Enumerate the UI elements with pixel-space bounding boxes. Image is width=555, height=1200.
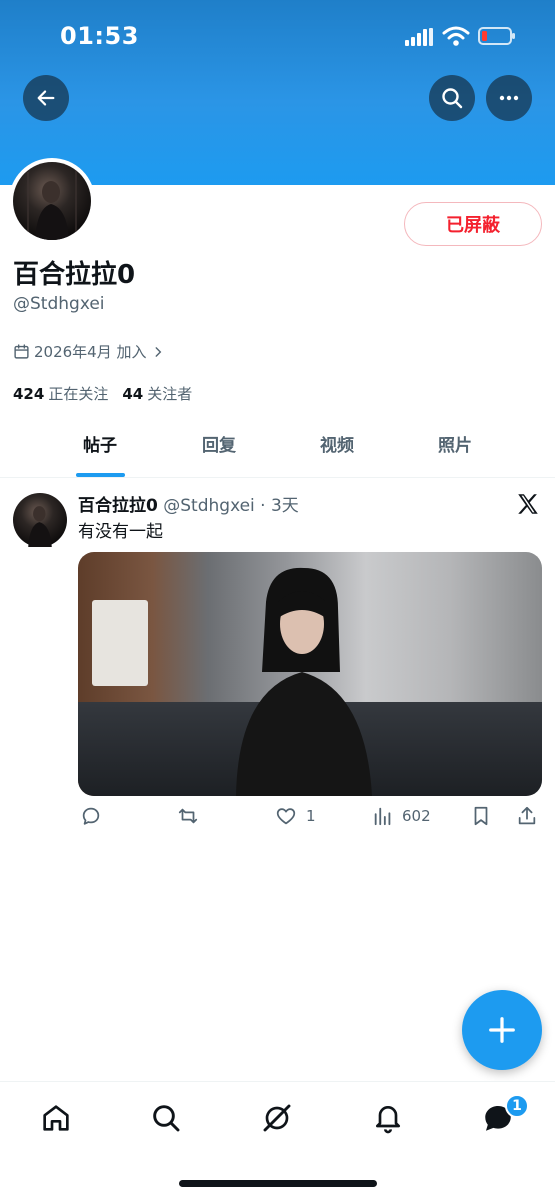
tweet-text: 有没有一起: [78, 522, 163, 542]
following-count: 424: [13, 385, 45, 403]
tab-photos[interactable]: 照片: [405, 420, 505, 478]
status-time: 01:53: [60, 22, 139, 50]
bell-icon: [376, 1106, 400, 1134]
like-button[interactable]: 1: [274, 805, 316, 827]
joined-date-row[interactable]: 2026年4月 加入: [13, 341, 165, 362]
grok-icon: [263, 1104, 291, 1132]
blocked-button[interactable]: 已屏蔽: [404, 202, 542, 246]
reply-icon: [82, 807, 100, 825]
tab-posts[interactable]: 帖子: [50, 420, 150, 478]
views-chart-icon: [374, 807, 391, 826]
tweet-avatar[interactable]: [13, 493, 67, 547]
share-icon: [518, 806, 536, 825]
chevron-right-icon: [155, 346, 161, 357]
tweet-author-name[interactable]: 百合拉拉0: [78, 496, 158, 516]
calendar-icon: [14, 344, 29, 359]
cellular-signal-icon: [405, 28, 433, 46]
status-bar: 01:53: [0, 0, 555, 70]
tweet-header: 百合拉拉0 @Stdhgxei · 3天: [78, 491, 299, 516]
tweet-meta: @Stdhgxei · 3天: [163, 496, 299, 516]
active-tab-indicator: [76, 473, 125, 477]
following-label: 正在关注: [48, 385, 109, 403]
x-logo-icon: [518, 494, 538, 514]
wifi-icon: [442, 26, 470, 46]
search-icon: [153, 1105, 180, 1132]
followers-link[interactable]: 44 关注者: [122, 383, 192, 404]
follow-stats: 424 正在关注 44 关注者: [13, 383, 192, 404]
tweet-actions: 1 602: [78, 805, 544, 835]
nav-notifications[interactable]: [368, 1098, 408, 1138]
home-icon: [43, 1105, 69, 1131]
home-indicator: [179, 1180, 377, 1187]
avatar-image: [13, 162, 91, 240]
profile-avatar[interactable]: [9, 158, 95, 244]
notification-badge: 1: [505, 1094, 529, 1118]
joined-date: 2026年4月 加入: [34, 343, 147, 361]
back-button[interactable]: [23, 75, 69, 121]
battery-low-icon: [478, 27, 515, 45]
repost-icon: [178, 808, 198, 824]
bookmark-icon: [474, 806, 488, 826]
nav-home[interactable]: [36, 1098, 76, 1138]
profile-tabs: 帖子 回复 视频 照片: [0, 420, 555, 478]
media-person: [236, 567, 372, 796]
following-link[interactable]: 424 正在关注: [13, 383, 108, 404]
media-shopping-bag: [92, 600, 148, 686]
nav-grok[interactable]: [257, 1098, 297, 1138]
reply-button[interactable]: [80, 805, 102, 827]
search-button[interactable]: [429, 75, 475, 121]
views-count: 602: [402, 807, 431, 825]
profile-handle: @Stdhgxei: [13, 294, 105, 314]
followers-count: 44: [122, 385, 144, 403]
tweet-media-image[interactable]: [78, 552, 542, 796]
bookmark-button[interactable]: [470, 805, 492, 827]
followers-label: 关注者: [147, 385, 193, 403]
views-button[interactable]: 602: [372, 805, 431, 827]
tab-replies[interactable]: 回复: [169, 420, 269, 478]
plus-icon: [489, 1017, 515, 1043]
arrow-left-icon: [37, 90, 55, 106]
more-horizontal-icon: [499, 95, 519, 101]
like-count: 1: [306, 807, 316, 825]
repost-button[interactable]: [176, 805, 200, 827]
profile-display-name: 百合拉拉0: [13, 260, 136, 290]
search-icon: [442, 88, 463, 109]
heart-icon: [276, 808, 296, 825]
more-button[interactable]: [486, 75, 532, 121]
tab-videos[interactable]: 视频: [287, 420, 387, 478]
compose-post-button[interactable]: [462, 990, 542, 1070]
nav-search[interactable]: [146, 1098, 186, 1138]
share-button[interactable]: [516, 805, 538, 827]
